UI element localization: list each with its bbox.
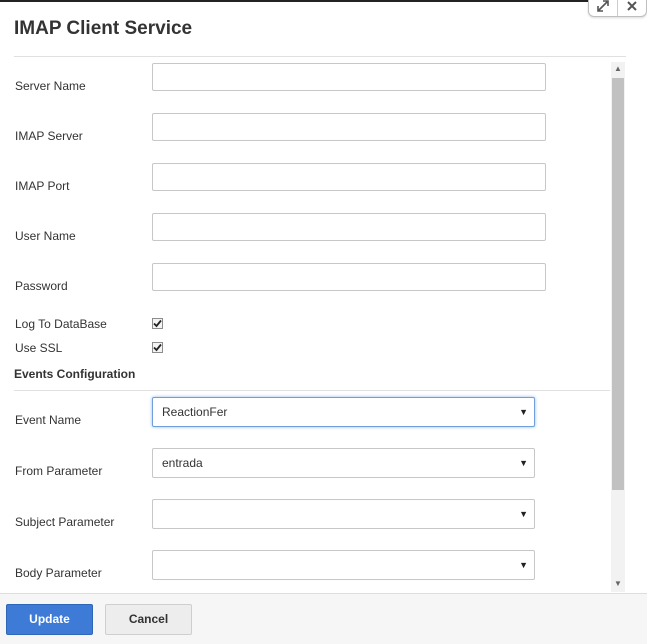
password-label: Password [15, 279, 68, 293]
section-divider [14, 390, 610, 391]
dropdown-arrow-icon: ▼ [519, 560, 528, 570]
server-name-input[interactable] [152, 63, 546, 91]
password-input[interactable] [152, 263, 546, 291]
use-ssl-label: Use SSL [15, 341, 63, 355]
user-name-label: User Name [15, 229, 76, 243]
imap-server-input[interactable] [152, 113, 546, 141]
from-parameter-value: entrada [162, 456, 203, 470]
event-name-select[interactable]: ReactionFer ▼ [152, 397, 535, 427]
subject-parameter-select[interactable]: ▼ [152, 499, 535, 529]
imap-port-input[interactable] [152, 163, 546, 191]
from-parameter-select[interactable]: entrada ▼ [152, 448, 535, 478]
event-name-label: Event Name [15, 413, 82, 427]
dialog-footer [0, 594, 647, 644]
close-icon [627, 0, 637, 11]
scroll-up-arrow-icon[interactable]: ▲ [611, 64, 625, 76]
scrollbar-thumb[interactable] [612, 78, 624, 490]
dropdown-arrow-icon: ▼ [519, 509, 528, 519]
body-parameter-select[interactable]: ▼ [152, 550, 535, 580]
update-button[interactable]: Update [6, 604, 93, 635]
checkmark-icon [153, 319, 162, 328]
from-parameter-label: From Parameter [15, 464, 103, 478]
expand-icon [597, 0, 609, 12]
server-name-label: Server Name [15, 79, 86, 93]
log-to-database-checkbox[interactable] [152, 318, 163, 329]
checkmark-icon [153, 343, 162, 352]
user-name-input[interactable] [152, 213, 546, 241]
window-top-border [0, 0, 590, 2]
event-name-value: ReactionFer [162, 405, 228, 419]
imap-server-label: IMAP Server [15, 129, 83, 143]
body-parameter-label: Body Parameter [15, 566, 102, 580]
cancel-button[interactable]: Cancel [105, 604, 192, 635]
close-button[interactable] [617, 0, 646, 16]
scroll-down-arrow-icon[interactable]: ▼ [611, 579, 625, 591]
log-to-database-label: Log To DataBase [15, 317, 107, 331]
title-divider [14, 56, 626, 57]
imap-port-label: IMAP Port [15, 179, 70, 193]
use-ssl-checkbox[interactable] [152, 342, 163, 353]
subject-parameter-label: Subject Parameter [15, 515, 115, 529]
dropdown-arrow-icon: ▼ [519, 407, 528, 417]
window-controls [588, 0, 647, 17]
events-configuration-heading: Events Configuration [14, 367, 136, 381]
dialog-title: IMAP Client Service [14, 18, 193, 39]
maximize-button[interactable] [589, 0, 617, 16]
dropdown-arrow-icon: ▼ [519, 458, 528, 468]
